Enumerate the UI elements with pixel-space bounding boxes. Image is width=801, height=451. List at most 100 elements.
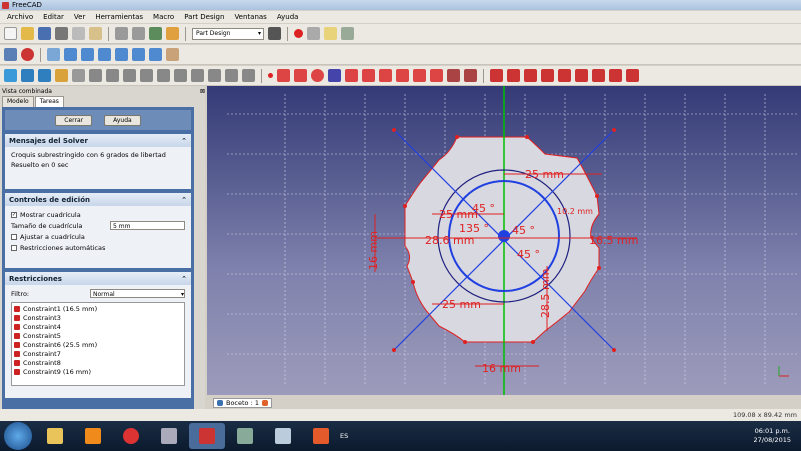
scaled-icon[interactable] — [225, 69, 238, 82]
system-clock[interactable]: 06:01 p.m. 27/08/2015 — [754, 427, 801, 445]
linear-pattern-icon[interactable] — [191, 69, 204, 82]
close-button[interactable]: Cerrar — [55, 114, 93, 126]
menu-macro[interactable]: Macro — [153, 13, 174, 21]
filter-select[interactable]: Normal ▾ — [90, 289, 185, 298]
point-on-object-icon[interactable] — [507, 69, 520, 82]
taskbar-chrome[interactable] — [113, 423, 149, 449]
conic-icon[interactable] — [328, 69, 341, 82]
menu-ver[interactable]: Ver — [74, 13, 85, 21]
taskbar-freecad[interactable] — [189, 423, 225, 449]
taskbar-media[interactable] — [75, 423, 111, 449]
chamfer-icon[interactable] — [140, 69, 153, 82]
equal-constraint-icon[interactable] — [609, 69, 622, 82]
menu-part-design[interactable]: Part Design — [184, 13, 224, 21]
solver-header[interactable]: Mensajes del Solver ⌃ — [5, 134, 191, 147]
symmetric-constraint-icon[interactable] — [626, 69, 639, 82]
view-front-icon[interactable] — [64, 48, 77, 61]
menu-ventanas[interactable]: Ventanas — [234, 13, 266, 21]
draft-icon[interactable] — [157, 69, 170, 82]
auto-constraints-checkbox[interactable] — [11, 244, 17, 251]
draw-style-icon[interactable] — [21, 48, 34, 61]
whats-this-icon[interactable] — [166, 27, 179, 40]
slot-icon[interactable] — [396, 69, 409, 82]
view-iso-icon[interactable] — [47, 48, 60, 61]
stop-icon[interactable] — [307, 27, 320, 40]
fillet-sketch-icon[interactable] — [413, 69, 426, 82]
polar-pattern-icon[interactable] — [208, 69, 221, 82]
coincident-constraint-icon[interactable] — [490, 69, 503, 82]
tangent-constraint-icon[interactable] — [592, 69, 605, 82]
polyline-icon[interactable] — [345, 69, 358, 82]
polygon-icon[interactable] — [379, 69, 392, 82]
map-sketch-icon[interactable] — [38, 69, 51, 82]
menu-ayuda[interactable]: Ayuda — [277, 13, 299, 21]
collapse-icon[interactable]: ⌃ — [181, 137, 187, 145]
menu-archivo[interactable]: Archivo — [7, 13, 33, 21]
view-left-icon[interactable] — [149, 48, 162, 61]
view-right-icon[interactable] — [98, 48, 111, 61]
horizontal-constraint-icon[interactable] — [541, 69, 554, 82]
list-item[interactable]: Constraint9 (16 mm) — [14, 367, 182, 376]
macro-record-icon[interactable] — [268, 27, 281, 40]
paste-icon[interactable] — [89, 27, 102, 40]
copy-icon[interactable] — [72, 27, 85, 40]
circle-icon[interactable] — [311, 69, 324, 82]
taskbar-explorer[interactable] — [37, 423, 73, 449]
view-top-icon[interactable] — [81, 48, 94, 61]
line-icon[interactable] — [277, 69, 290, 82]
parallel-constraint-icon[interactable] — [558, 69, 571, 82]
menu-herramientas[interactable]: Herramientas — [95, 13, 143, 21]
show-grid-checkbox[interactable]: ✓ — [11, 211, 17, 218]
edit-controls-header[interactable]: Controles de edición ⌃ — [5, 193, 191, 206]
help-button[interactable]: Ayuda — [104, 114, 141, 126]
snap-checkbox[interactable] — [11, 233, 17, 240]
collapse-icon[interactable]: ⌃ — [181, 275, 187, 283]
record-icon[interactable] — [294, 29, 303, 38]
cut-icon[interactable] — [55, 27, 68, 40]
vertical-constraint-icon[interactable] — [524, 69, 537, 82]
refresh-icon[interactable] — [149, 27, 162, 40]
view-bottom-icon[interactable] — [132, 48, 145, 61]
groove-icon[interactable] — [106, 69, 119, 82]
revolve-icon[interactable] — [89, 69, 102, 82]
language-indicator[interactable]: ES — [340, 432, 348, 440]
redo-icon[interactable] — [132, 27, 145, 40]
multitransform-icon[interactable] — [242, 69, 255, 82]
perpendicular-constraint-icon[interactable] — [575, 69, 588, 82]
fillet-icon[interactable] — [123, 69, 136, 82]
new-file-icon[interactable] — [4, 27, 17, 40]
leave-sketch-icon[interactable] — [21, 69, 34, 82]
collapse-icon[interactable]: ⌃ — [181, 196, 187, 204]
sketch-icon[interactable] — [4, 69, 17, 82]
taskbar-app[interactable] — [227, 423, 263, 449]
construction-mode-icon[interactable] — [464, 69, 477, 82]
start-button[interactable] — [4, 422, 32, 450]
tab-document[interactable]: Boceto : 1 — [213, 397, 272, 408]
constraints-header[interactable]: Restricciones ⌃ — [5, 272, 191, 285]
constraints-list[interactable]: Constraint1 (16.5 mm) Constraint3 Constr… — [11, 302, 185, 386]
taskbar-r[interactable] — [303, 423, 339, 449]
arc-icon[interactable] — [294, 69, 307, 82]
trim-icon[interactable] — [430, 69, 443, 82]
macro-edit-icon[interactable] — [324, 27, 337, 40]
taskbar-calculator[interactable] — [151, 423, 187, 449]
view-rear-icon[interactable] — [115, 48, 128, 61]
point-icon[interactable] — [268, 73, 273, 78]
external-geometry-icon[interactable] — [447, 69, 460, 82]
sketch-canvas[interactable]: 25 mm 25 mm 25 mm 28.6 mm 16.5 mm 16 mm … — [207, 86, 801, 395]
close-icon[interactable] — [262, 399, 268, 406]
rectangle-icon[interactable] — [362, 69, 375, 82]
pad-icon[interactable] — [55, 69, 68, 82]
grid-size-input[interactable]: 5 mm — [110, 221, 185, 230]
tab-tareas[interactable]: Tareas — [34, 96, 64, 107]
open-file-icon[interactable] — [21, 27, 34, 40]
save-icon[interactable] — [38, 27, 51, 40]
3d-viewport[interactable]: 25 mm 25 mm 25 mm 28.6 mm 16.5 mm 16 mm … — [207, 86, 801, 395]
workbench-selector[interactable]: Part Design ▾ — [192, 27, 264, 40]
play-icon[interactable] — [341, 27, 354, 40]
fit-all-icon[interactable] — [4, 48, 17, 61]
measure-icon[interactable] — [166, 48, 179, 61]
close-icon[interactable]: ⊠ — [200, 88, 205, 95]
menu-editar[interactable]: Editar — [43, 13, 64, 21]
pocket-icon[interactable] — [72, 69, 85, 82]
